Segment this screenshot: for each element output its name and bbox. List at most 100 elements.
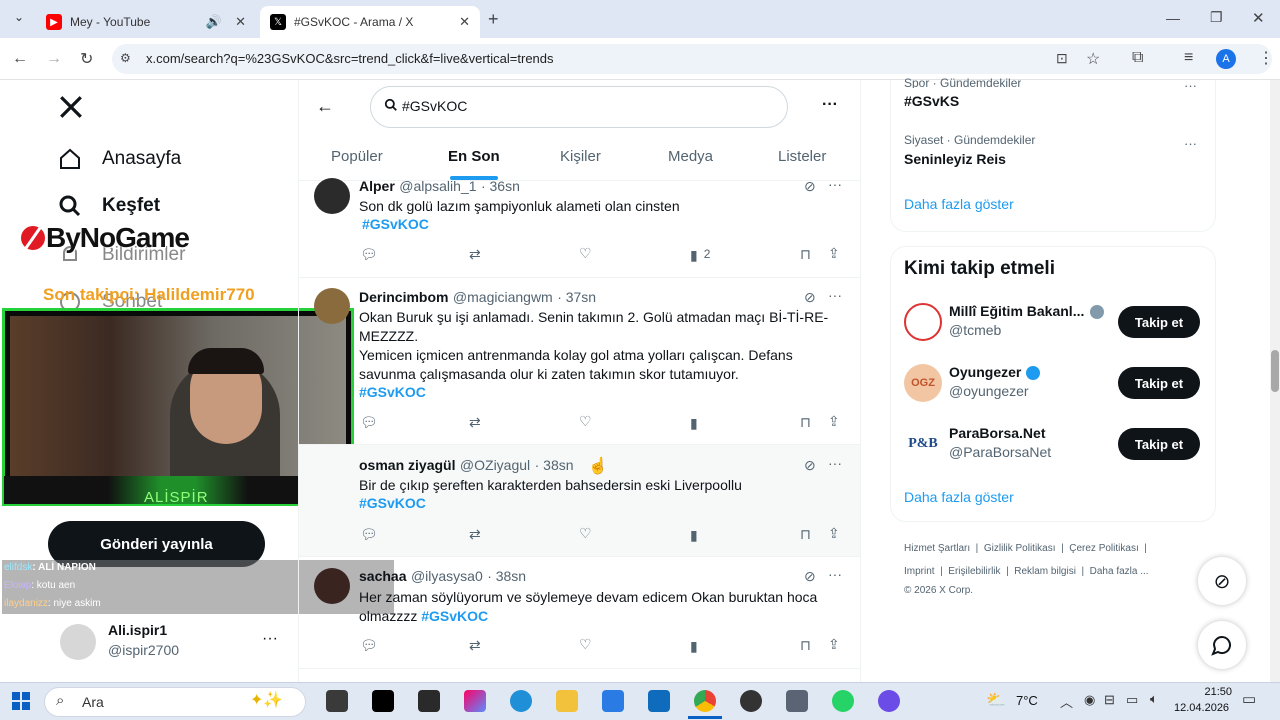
views-stat[interactable]: ▮ 2 (690, 247, 710, 264)
share-icon[interactable]: ⇪ (828, 525, 840, 542)
tab-people[interactable]: Kişiler (560, 148, 601, 165)
tweet-hashtag[interactable]: #GSvKOC (359, 494, 426, 513)
tab-media[interactable]: Medya (668, 148, 713, 165)
tweet-hashtag[interactable]: #GSvKOC (362, 215, 429, 234)
footer-link[interactable]: Daha fazla ... (1090, 566, 1149, 577)
tweet-author[interactable]: sachaa (359, 568, 406, 584)
like-icon[interactable]: ♡ (579, 525, 592, 542)
avatar[interactable] (904, 303, 942, 341)
tiktok-icon[interactable] (372, 690, 394, 712)
tweet-more-icon[interactable]: ··· (828, 287, 842, 303)
footer-link[interactable]: Imprint (904, 566, 935, 577)
trend-name[interactable]: Seninleyiz Reis (904, 151, 1006, 167)
tweet-handle[interactable]: @magiciangwm (453, 289, 553, 305)
views-icon[interactable]: ▮ (690, 415, 698, 432)
tweet-more-icon[interactable]: ··· (828, 566, 842, 582)
trend-more-icon[interactable]: ··· (1184, 78, 1197, 93)
follow-button[interactable]: Takip et (1118, 306, 1200, 338)
avatar[interactable] (314, 568, 350, 604)
site-info-icon[interactable]: ⚙ (120, 51, 131, 65)
account-more-icon[interactable]: ··· (262, 630, 278, 648)
tweet-hashtag[interactable]: #GSvKOC (359, 383, 426, 402)
profile-avatar[interactable]: A (1216, 49, 1236, 69)
footer-link[interactable]: Reklam bilgisi (1014, 566, 1076, 577)
back-icon[interactable]: ← (12, 50, 28, 68)
like-icon[interactable]: ♡ (579, 245, 592, 262)
like-icon[interactable]: ♡ (579, 413, 592, 430)
follow-button[interactable]: Takip et (1118, 428, 1200, 460)
copilot-icon[interactable] (464, 690, 486, 712)
footer-link[interactable]: Çerez Politikası (1069, 543, 1138, 554)
search-query[interactable]: #GSvKOC (402, 98, 467, 114)
file-explorer-icon[interactable] (556, 690, 578, 712)
volume-icon[interactable]: 🔈︎ (1150, 691, 1158, 707)
sidebar-item-explore[interactable]: Keşfet (58, 194, 160, 218)
account-name[interactable]: Ali.ispir1 (108, 622, 167, 638)
grok-icon[interactable]: ⊘ (804, 289, 816, 306)
windows-start-icon[interactable] (12, 692, 30, 715)
views-icon[interactable]: ▮ (690, 638, 698, 655)
weather-icon[interactable]: ⛅ (986, 690, 1006, 710)
trend-name[interactable]: #GSvKS (904, 93, 959, 109)
follow-name[interactable]: ParaBorsa.Net (949, 425, 1046, 441)
grok-icon[interactable]: ⊘ (804, 178, 816, 195)
x-logo-icon[interactable] (58, 94, 84, 125)
tray-app-icon[interactable]: ◉ (1084, 692, 1095, 708)
back-arrow-icon[interactable]: ← (316, 96, 334, 117)
extensions-icon[interactable]: ⧉ (1132, 49, 1143, 67)
messages-float-button[interactable] (1198, 621, 1246, 669)
tab-latest[interactable]: En Son (448, 148, 500, 165)
show-more-link[interactable]: Daha fazla göster (904, 489, 1014, 505)
follow-handle[interactable]: @oyungezer (949, 383, 1029, 399)
tweet-time[interactable]: · 37sn (557, 289, 596, 305)
reload-icon[interactable]: ↻ (80, 49, 93, 69)
epic-games-icon[interactable] (418, 690, 440, 712)
grok-icon[interactable]: ⊘ (804, 568, 816, 585)
follow-button[interactable]: Takip et (1118, 367, 1200, 399)
follow-name[interactable]: Millî Eğitim Bakanl... (949, 303, 1084, 319)
tweet-time[interactable]: · 38sn (535, 457, 574, 473)
tray-chevron-icon[interactable]: ︿ (1060, 692, 1073, 711)
tweet-handle[interactable]: @OZiyagul (460, 457, 530, 473)
tweet-handle[interactable]: @alpsalih_1 (399, 178, 476, 194)
whatsapp-icon[interactable] (832, 690, 854, 712)
tab-popular[interactable]: Popüler (331, 148, 383, 165)
tab-lists[interactable]: Listeler (778, 148, 826, 165)
views-icon[interactable]: ▮ (690, 527, 698, 544)
outlook-icon[interactable] (648, 690, 670, 712)
share-icon[interactable]: ⇪ (828, 413, 840, 430)
footer-link[interactable]: Gizlilik Politikası (984, 543, 1056, 554)
sidebar-item-home[interactable]: Anasayfa (58, 147, 181, 171)
retweet-icon[interactable]: ⇄ (469, 526, 481, 543)
edge-icon[interactable] (510, 690, 532, 712)
bookmark-icon[interactable]: ⊓ (800, 246, 811, 263)
task-view-icon[interactable] (326, 690, 348, 712)
media-icon[interactable]: ≡ (1184, 49, 1193, 67)
tray-icon[interactable]: ⊟ (1104, 692, 1115, 708)
obs-icon[interactable] (740, 690, 762, 712)
tweet-more-icon[interactable]: ··· (828, 455, 842, 471)
minimize-icon[interactable]: — (1166, 10, 1180, 26)
tab-search-icon[interactable]: ⌄ (8, 10, 30, 28)
bookmark-star-icon[interactable]: ☆ (1086, 49, 1100, 69)
retweet-icon[interactable]: ⇄ (469, 414, 481, 431)
reply-icon[interactable]: 💬︎ (360, 246, 378, 263)
taskbar-search-placeholder[interactable]: Ara (82, 694, 104, 710)
tab-x-search[interactable]: 𝕏 #GSvKOC - Arama / X ✕ (260, 6, 480, 38)
new-tab-icon[interactable]: + (488, 9, 499, 30)
avatar[interactable]: OGZ (904, 364, 942, 402)
grok-icon[interactable]: ⊘ (804, 457, 816, 474)
avatar[interactable] (314, 288, 350, 324)
follow-name[interactable]: Oyungezer (949, 364, 1021, 380)
follow-handle[interactable]: @ParaBorsaNet (949, 444, 1051, 460)
footer-link[interactable]: Hizmet Şartları (904, 543, 970, 554)
show-more-link[interactable]: Daha fazla göster (904, 196, 1014, 212)
avatar[interactable] (60, 624, 96, 660)
bookmark-icon[interactable]: ⊓ (800, 526, 811, 543)
clock-date[interactable]: 12.04.2026 (1174, 702, 1229, 714)
follow-handle[interactable]: @tcmeb (949, 322, 1001, 338)
tab-youtube[interactable]: ▶ Mey - YouTube 🔊 ✕ (36, 6, 256, 38)
install-icon[interactable]: ⊡ (1056, 50, 1068, 67)
close-window-icon[interactable]: ✕ (1252, 9, 1265, 27)
store-icon[interactable] (602, 690, 624, 712)
